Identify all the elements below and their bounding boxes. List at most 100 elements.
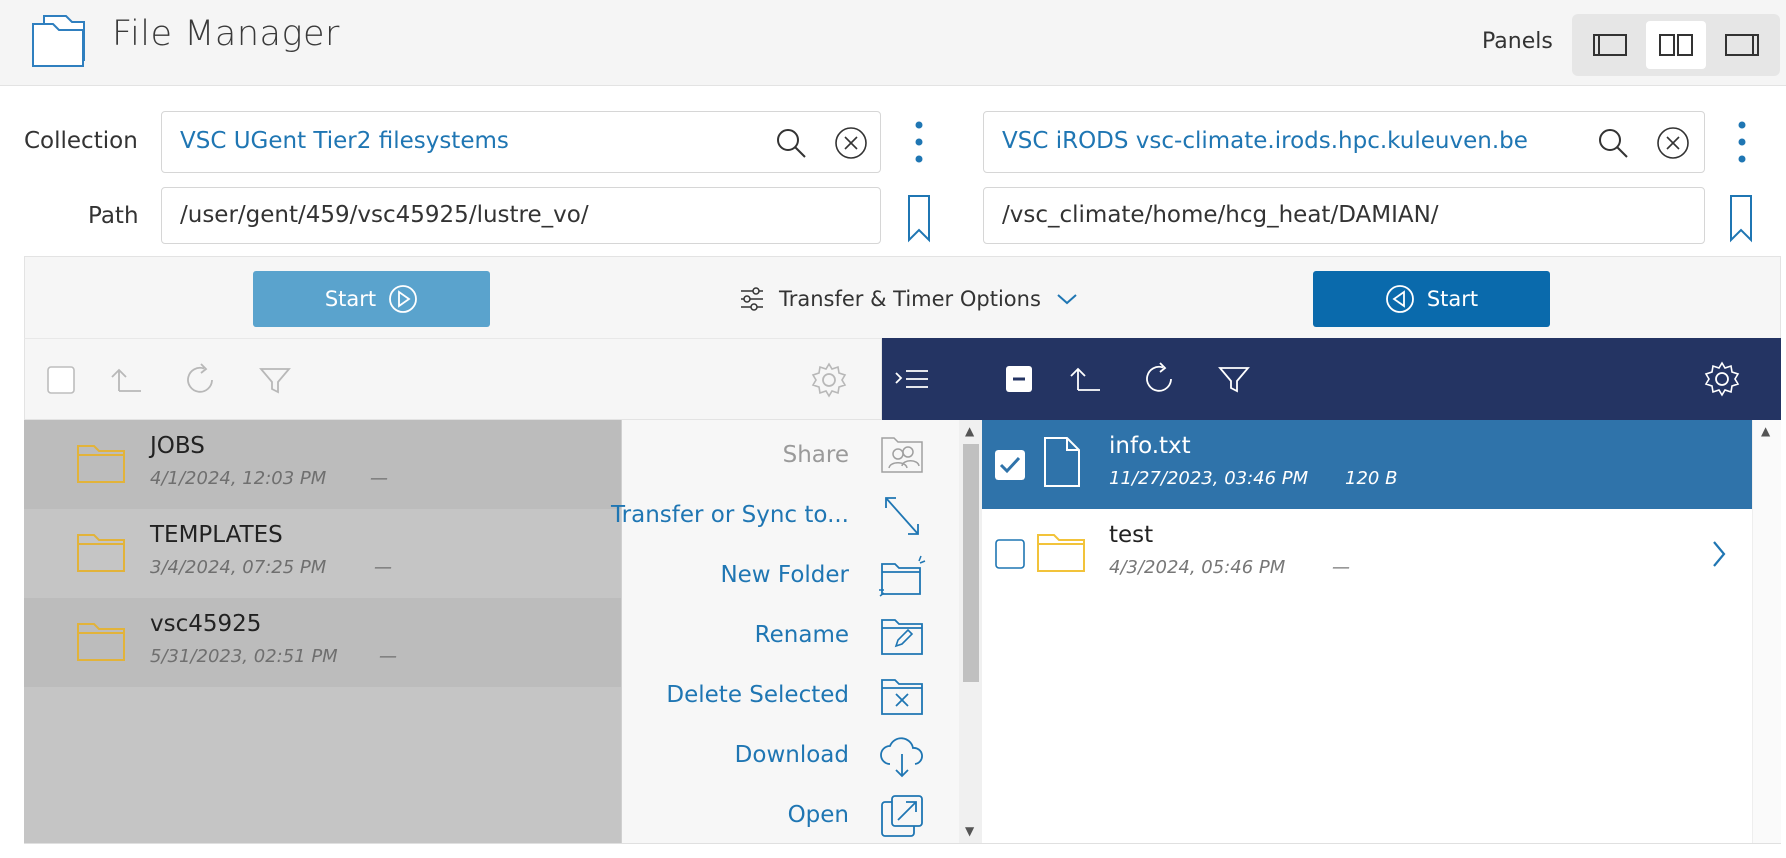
menu-item-new-folder[interactable]: New Folder: [614, 548, 934, 604]
refresh-icon[interactable]: [182, 361, 220, 399]
file-name: test: [1109, 522, 1154, 548]
path-label: Path: [88, 203, 139, 229]
menu-item-label: Delete Selected: [666, 682, 849, 708]
scroll-down-icon[interactable]: ▼: [965, 824, 974, 838]
folder-icon: [77, 445, 125, 483]
right-path-value: /vsc_climate/home/hcg_heat/DAMIAN/: [1002, 202, 1439, 228]
right-collection-field[interactable]: VSC iRODS vsc-climate.irods.hpc.kuleuven…: [983, 111, 1705, 173]
scroll-up-icon[interactable]: ▲: [965, 424, 974, 438]
parent-folder-icon[interactable]: [1066, 360, 1104, 398]
file-size: 120 B: [1345, 468, 1398, 489]
context-menu-scrollbar[interactable]: ▲ ▼: [959, 420, 983, 844]
list-item[interactable]: JOBS 4/1/2024, 12:03 PM —: [24, 420, 621, 509]
right-list-scrollbar[interactable]: ▲: [1752, 420, 1781, 844]
menu-item-label: Transfer or Sync to...: [611, 502, 849, 528]
start-transfer-left-button[interactable]: Start: [1313, 271, 1550, 327]
right-toolbar: [882, 338, 1781, 420]
list-item[interactable]: TEMPLATES 3/4/2024, 07:25 PM —: [24, 509, 621, 598]
filter-icon[interactable]: [1215, 360, 1253, 398]
start-button-label: Start: [1426, 287, 1479, 311]
left-collection-value: VSC UGent Tier2 filesystems: [180, 128, 509, 154]
single-left-panel-button[interactable]: [1580, 21, 1640, 69]
file-date: 3/4/2024, 07:25 PM: [150, 557, 327, 578]
menu-item-label: Rename: [754, 622, 849, 648]
file-size: —: [379, 646, 397, 667]
left-path-field[interactable]: /user/gent/459/vsc45925/lustre_vo/: [161, 187, 881, 244]
share-icon: [881, 437, 923, 473]
file-date: 5/31/2023, 02:51 PM: [150, 646, 338, 667]
folder-icon: [1037, 534, 1085, 572]
file-name: JOBS: [150, 433, 205, 459]
list-item[interactable]: info.txt 11/27/2023, 03:46 PM 120 B: [982, 420, 1752, 509]
filter-icon[interactable]: [256, 361, 294, 399]
chevron-down-icon: [1057, 294, 1077, 305]
menu-item-label: Open: [787, 802, 849, 828]
file-date: 4/1/2024, 12:03 PM: [150, 468, 327, 489]
file-size: —: [1332, 557, 1350, 578]
scroll-up-icon[interactable]: ▲: [1761, 424, 1770, 438]
parent-folder-icon[interactable]: [107, 361, 145, 399]
start-transfer-right-button[interactable]: Start: [253, 271, 490, 327]
left-toolbar: [24, 338, 882, 420]
settings-gear-icon[interactable]: [1703, 360, 1741, 398]
dual-panel-button[interactable]: [1646, 21, 1706, 69]
file-name: vsc45925: [150, 611, 262, 637]
row-checkbox[interactable]: [995, 539, 1025, 569]
single-panel-right-icon: [1725, 34, 1759, 56]
new-folder-icon: [879, 555, 926, 597]
single-right-panel-button[interactable]: [1712, 21, 1772, 69]
open-icon: [881, 795, 923, 837]
delete-icon: [881, 679, 923, 715]
left-bookmark-icon[interactable]: [905, 193, 933, 243]
file-date: 11/27/2023, 03:46 PM: [1109, 468, 1309, 489]
refresh-icon[interactable]: [1141, 360, 1179, 398]
collection-label: Collection: [24, 128, 138, 154]
search-icon[interactable]: [774, 126, 808, 160]
menu-item-share[interactable]: Share: [614, 428, 934, 484]
panel-layout-switch: [1572, 14, 1780, 76]
right-path-field[interactable]: /vsc_climate/home/hcg_heat/DAMIAN/: [983, 187, 1705, 244]
list-item[interactable]: vsc45925 5/31/2023, 02:51 PM —: [24, 598, 621, 687]
settings-gear-icon[interactable]: [810, 361, 848, 399]
dual-panel-icon: [1659, 34, 1693, 56]
play-left-icon: [1385, 285, 1414, 313]
chevron-right-icon[interactable]: [1710, 539, 1728, 569]
scrollbar-thumb[interactable]: [963, 444, 979, 682]
file-date: 4/3/2024, 05:46 PM: [1109, 557, 1286, 578]
clear-icon[interactable]: [834, 126, 868, 160]
folder-icon: [77, 534, 125, 572]
divider: [24, 843, 1781, 844]
transfer-timer-options-toggle[interactable]: Transfer & Timer Options: [739, 279, 1079, 319]
panels-label: Panels: [1482, 29, 1553, 54]
app-header: File Manager Panels: [0, 0, 1786, 86]
left-more-options-icon[interactable]: [909, 117, 929, 167]
folder-icon: [77, 623, 125, 661]
menu-item-rename[interactable]: Rename: [614, 608, 934, 664]
menu-item-label: Download: [734, 742, 849, 768]
right-file-list: info.txt 11/27/2023, 03:46 PM 120 B test…: [982, 420, 1752, 844]
menu-item-delete-selected[interactable]: Delete Selected: [614, 668, 934, 724]
menu-item-transfer-sync[interactable]: Transfer or Sync to...: [611, 488, 934, 544]
right-more-options-icon[interactable]: [1732, 117, 1752, 167]
single-panel-icon: [1593, 34, 1627, 56]
right-bookmark-icon[interactable]: [1727, 193, 1755, 243]
transfer-icon: [885, 497, 919, 535]
file-size: —: [374, 557, 392, 578]
menu-item-download[interactable]: Download: [614, 728, 934, 784]
left-file-list: JOBS 4/1/2024, 12:03 PM — TEMPLATES 3/4/…: [24, 420, 621, 844]
play-right-icon: [389, 285, 418, 313]
transfer-options-label: Transfer & Timer Options: [779, 287, 1041, 311]
right-collection-value: VSC iRODS vsc-climate.irods.hpc.kuleuven…: [1002, 128, 1528, 154]
list-item[interactable]: test 4/3/2024, 05:46 PM —: [982, 509, 1752, 598]
deselect-checkbox[interactable]: [1000, 360, 1038, 398]
clear-icon[interactable]: [1656, 126, 1690, 160]
rename-icon: [881, 619, 923, 655]
search-icon[interactable]: [1596, 126, 1630, 160]
download-icon: [880, 737, 923, 778]
left-collection-field[interactable]: VSC UGent Tier2 filesystems: [161, 111, 881, 173]
select-all-checkbox[interactable]: [42, 361, 80, 399]
toggle-menu-icon[interactable]: [893, 360, 931, 398]
file-name: TEMPLATES: [150, 522, 283, 548]
menu-item-open[interactable]: Open: [614, 788, 934, 844]
row-checkbox-checked[interactable]: [995, 450, 1025, 480]
